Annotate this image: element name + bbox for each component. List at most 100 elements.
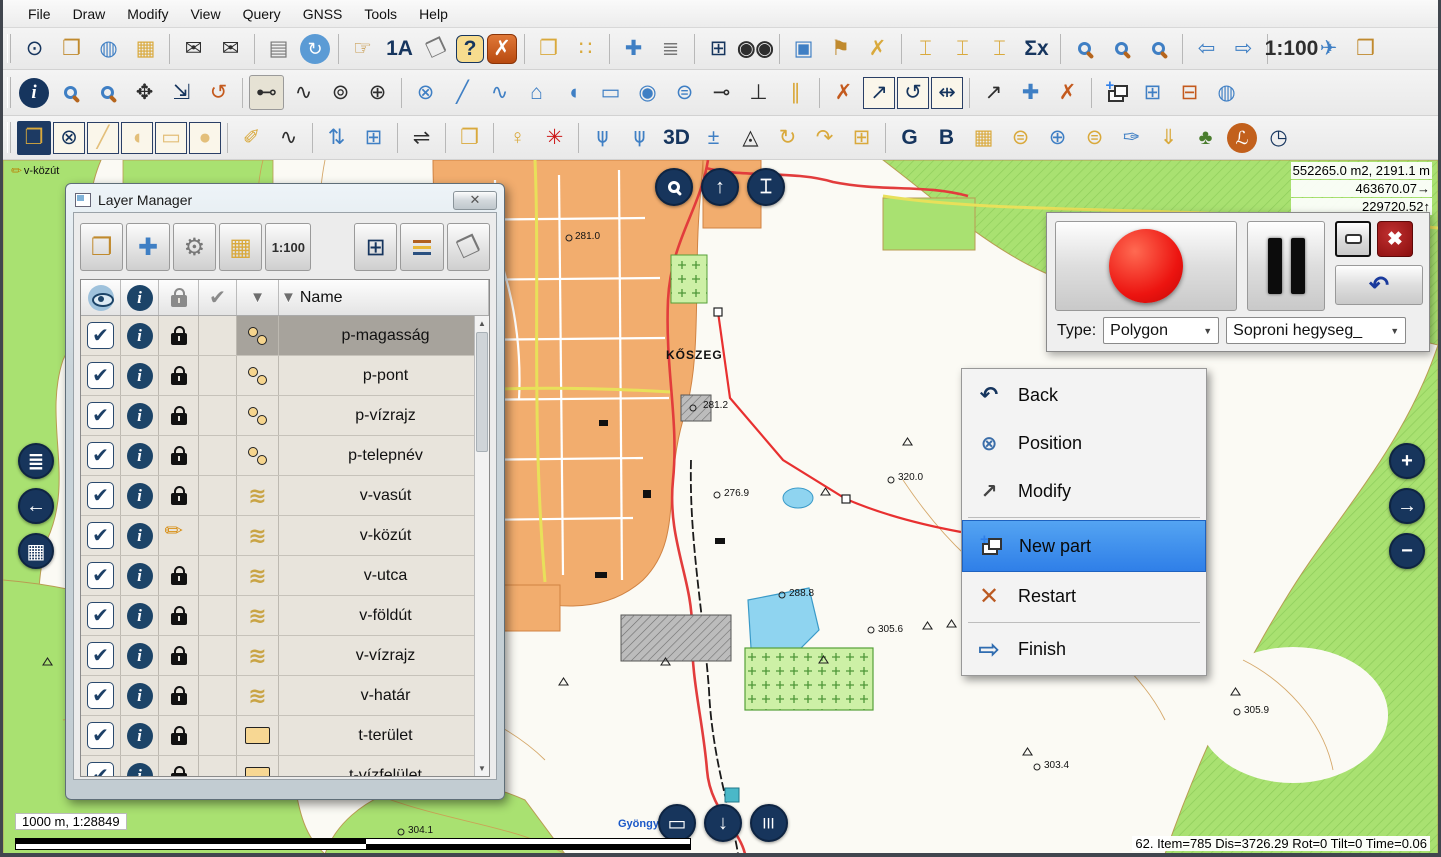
style-brush-button[interactable]: ✑ [1114, 120, 1149, 155]
swap-button[interactable]: ⇌ [404, 120, 439, 155]
side-table-button[interactable]: ▦ [18, 533, 54, 569]
vertex-delete-button[interactable]: ✗ [1050, 75, 1085, 110]
layer-name[interactable]: p-vízrajz [279, 396, 489, 435]
open-globe-button[interactable]: ◍ [91, 31, 126, 66]
layer-row[interactable]: t-vízfelület [81, 756, 489, 777]
layer-rotate-button[interactable]: ↻ [770, 120, 805, 155]
measure-circle-button[interactable]: ⊚ [323, 75, 358, 110]
snap-parallel-button[interactable]: ∥ [778, 75, 813, 110]
layer-manager-titlebar[interactable]: Layer Manager ✕ [73, 188, 497, 212]
layer-tag-button[interactable]: ❒ [447, 223, 490, 271]
lock-icon[interactable] [171, 573, 187, 585]
layer-stack-button[interactable]: ≣ [653, 31, 688, 66]
info-icon[interactable] [127, 323, 153, 349]
windows-button[interactable]: ⊞ [701, 31, 736, 66]
lock-icon[interactable] [171, 413, 187, 425]
measure-distance-button[interactable]: ⊷ [249, 75, 284, 110]
attribute-table-button[interactable]: ⊞ [354, 223, 397, 271]
export-mail-button[interactable]: ✉ [213, 31, 248, 66]
visible-checkbox[interactable] [87, 322, 114, 349]
register-book-button[interactable]: ❒ [1348, 31, 1383, 66]
map-zoom-button[interactable] [655, 168, 693, 206]
import-layer-button[interactable]: ⇅ [319, 120, 354, 155]
globe-g-button[interactable]: G [892, 120, 927, 155]
digitize-pen-button[interactable]: ✐ [234, 120, 269, 155]
visible-checkbox[interactable] [87, 562, 114, 589]
lock-icon[interactable] [171, 333, 187, 345]
dictionary-button[interactable]: 1A [382, 31, 417, 66]
bottom-levels-button[interactable]: ||| [750, 804, 788, 842]
draw-line-button[interactable]: ╱ [445, 75, 480, 110]
info-icon[interactable] [127, 483, 153, 509]
lock-icon[interactable] [171, 295, 187, 307]
zoom-inout-button[interactable] [53, 75, 88, 110]
toolbar-grip[interactable] [7, 34, 11, 63]
move-object-button[interactable]: ⇹ [931, 77, 963, 109]
power-button[interactable]: ⊙ [17, 31, 52, 66]
import-mail-button[interactable]: ✉ [176, 31, 211, 66]
layer-row[interactable]: v-utca [81, 556, 489, 596]
place-pin-button[interactable]: ♀ [500, 120, 535, 155]
select-point-button[interactable]: ⊗ [53, 122, 85, 154]
info-button[interactable]: i [19, 78, 49, 108]
info-icon[interactable] [127, 443, 153, 469]
lock-icon[interactable] [171, 773, 187, 777]
help-button[interactable]: ? [456, 35, 484, 63]
close-record-button[interactable]: ✖ [1377, 221, 1413, 257]
info-icon[interactable] [127, 723, 153, 749]
side-back-button[interactable]: ← [18, 488, 54, 524]
lock-icon[interactable] [171, 493, 187, 505]
draw-polyline-button[interactable]: ⊸ [704, 75, 739, 110]
layer-scale-button[interactable]: 1:100 [265, 223, 311, 271]
scroll-thumb[interactable] [476, 332, 488, 452]
draw-circle-button[interactable]: ◉ [630, 75, 665, 110]
name-column-header[interactable]: Name [300, 289, 343, 307]
lock-icon[interactable] [171, 613, 187, 625]
menu-tools[interactable]: Tools [353, 2, 408, 26]
scale-object-button[interactable]: ↗ [863, 77, 895, 109]
layer-row[interactable]: p-telepnév [81, 436, 489, 476]
info-icon[interactable] [127, 683, 153, 709]
menu-item-back[interactable]: ↶ Back [962, 371, 1206, 419]
export-grid-button[interactable]: ⊞ [356, 120, 391, 155]
draw-rectangle-button[interactable]: ▭ [593, 75, 628, 110]
save-layer-button[interactable]: ▦ [219, 223, 262, 271]
zoom-extent-button[interactable]: ⇲ [164, 75, 199, 110]
lock-icon[interactable] [171, 693, 187, 705]
layer-row[interactable]: v-földút [81, 596, 489, 636]
attribute-find-button[interactable]: ⌶ [982, 31, 1017, 66]
lock-icon[interactable] [171, 653, 187, 665]
zoom-out-button[interactable]: − [1389, 533, 1425, 569]
layer-name[interactable]: t-terület [279, 716, 489, 755]
side-next-button[interactable]: → [1389, 488, 1425, 524]
measure-path-button[interactable]: ∿ [286, 75, 321, 110]
check-icon[interactable] [209, 285, 226, 310]
layer-row[interactable]: v-közút [81, 516, 489, 556]
part-subtract-button[interactable]: ⊟ [1172, 75, 1207, 110]
scroll-down-icon[interactable]: ▼ [475, 761, 489, 776]
menu-query[interactable]: Query [232, 2, 292, 26]
copy-map-button[interactable]: ❐ [531, 31, 566, 66]
view-previous-button[interactable]: ⇦ [1189, 31, 1224, 66]
layer-import-button[interactable]: ↷ [807, 120, 842, 155]
db-layer-button[interactable]: ⊜ [1003, 120, 1038, 155]
info-icon[interactable] [127, 403, 153, 429]
visible-checkbox[interactable] [87, 362, 114, 389]
gps-vehicle-button[interactable]: ▣ [786, 31, 821, 66]
find-button[interactable]: ◉◉ [738, 31, 773, 66]
delete-track-button[interactable]: ✗ [860, 31, 895, 66]
chevron-down-icon[interactable] [250, 289, 265, 307]
chevron-down-icon[interactable] [281, 289, 296, 307]
select-rectangle-button[interactable]: ▭ [155, 122, 187, 154]
record-button[interactable] [1055, 221, 1237, 311]
find-layer-button[interactable] [1104, 31, 1139, 66]
visible-checkbox[interactable] [87, 482, 114, 509]
draw-freeform-button[interactable]: ◖ [556, 75, 591, 110]
info-icon[interactable] [127, 603, 153, 629]
layer-name[interactable]: v-vasút [279, 476, 489, 515]
save-button[interactable]: ▦ [128, 31, 163, 66]
map-north-button[interactable]: ↑ [701, 168, 739, 206]
draw-perpendicular-button[interactable]: ⊥ [741, 75, 776, 110]
zoom-in-button[interactable]: + [1389, 443, 1425, 479]
split-parts-button[interactable]: ⋔ [585, 120, 620, 155]
